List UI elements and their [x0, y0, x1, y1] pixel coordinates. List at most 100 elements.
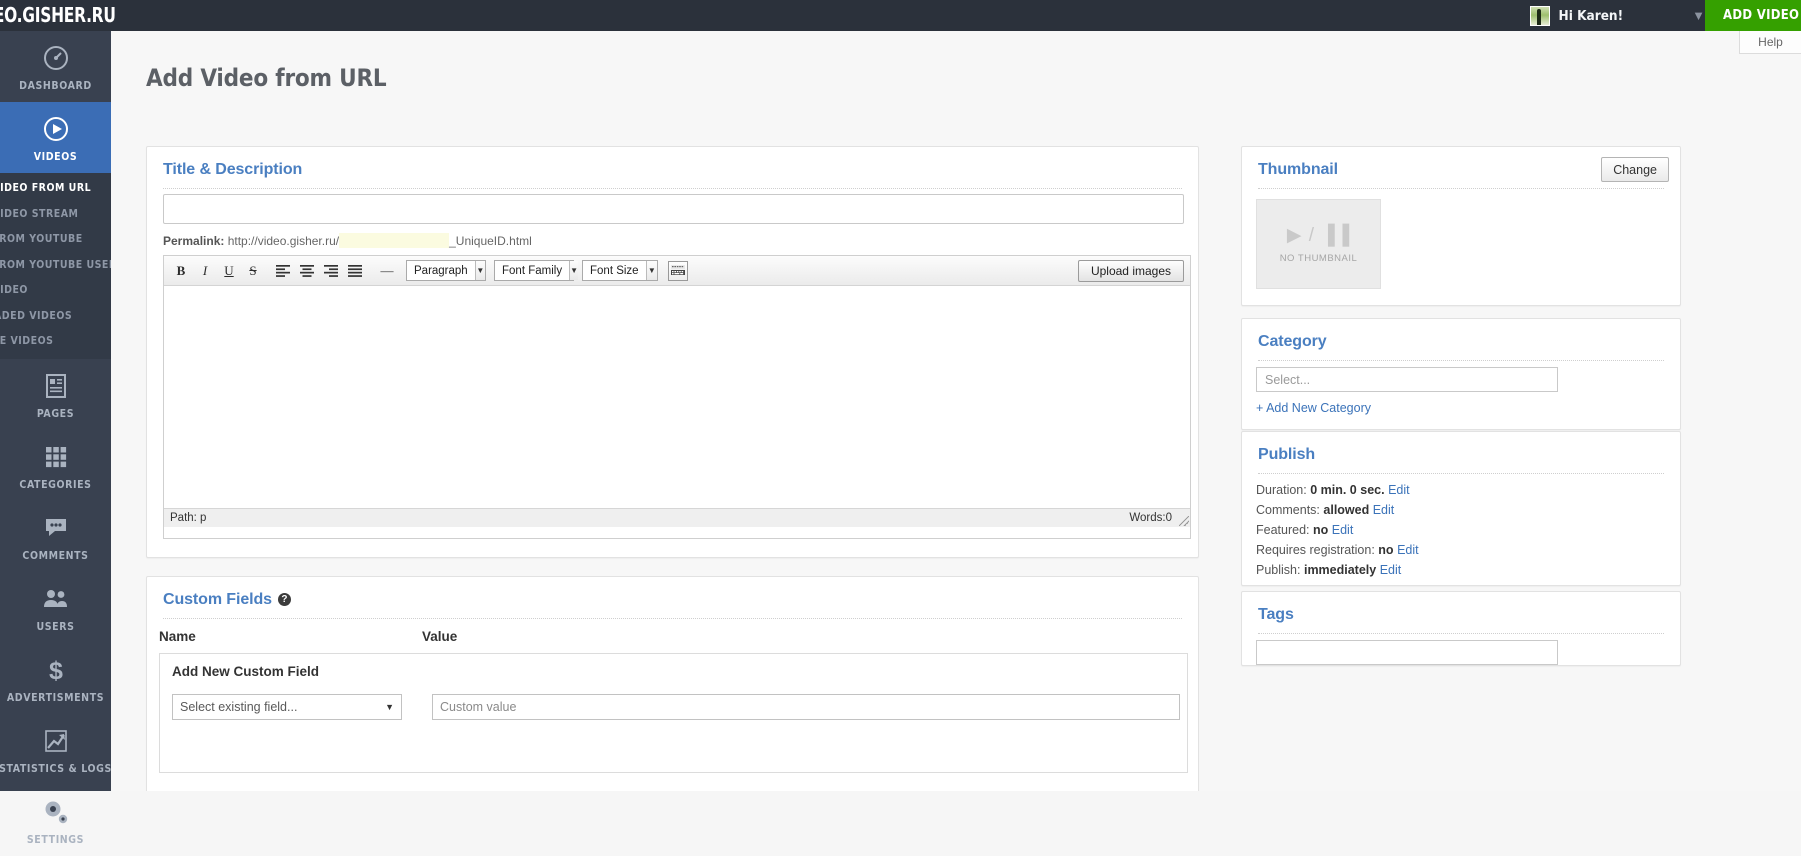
publish-row-duration: Duration: 0 min. 0 sec. Edit [1256, 483, 1410, 497]
submenu-item-add-video-stream[interactable]: ADD VIDEO STREAM [0, 202, 111, 228]
keyboard-icon[interactable] [668, 260, 688, 281]
thumbnail-placeholder[interactable]: ▶ / ▐▐ NO THUMBNAIL [1256, 199, 1381, 289]
submenu-item-add-from-youtube[interactable]: ADD FROM YOUTUBE [0, 227, 111, 253]
help-tab[interactable]: Help [1739, 31, 1801, 54]
row-label: Requires registration: [1256, 543, 1375, 557]
sidebar-item-settings[interactable]: SETTINGS [0, 785, 111, 856]
add-new-category-link[interactable]: + Add New Category [1256, 401, 1371, 415]
underline-icon[interactable]: U [218, 260, 240, 282]
edit-link[interactable]: Edit [1388, 483, 1410, 497]
panel-heading: Title & Description [163, 161, 303, 178]
submenu-item-uploaded-videos[interactable]: UPLOADED VIDEOS [0, 304, 111, 330]
resize-grip[interactable] [1179, 516, 1189, 526]
gear-icon [41, 797, 71, 827]
sidebar-item-advertisments[interactable]: $ ADVERTISMENTS [0, 643, 111, 714]
videos-submenu: ADD VIDEO FROM URL ADD VIDEO STREAM ADD … [0, 173, 111, 359]
add-new-custom-field-box: Add New Custom Field Select existing fie… [159, 653, 1188, 773]
video-title-input[interactable] [163, 194, 1184, 224]
permalink-suffix: _UniqueID.html [449, 234, 532, 248]
sidebar-item-comments[interactable]: COMMENTS [0, 501, 111, 572]
chevron-down-icon[interactable]: ▼ [1692, 8, 1705, 23]
play-pause-icon: ▶ / ▐▐ [1286, 225, 1351, 246]
category-select[interactable]: Select... [1256, 367, 1558, 392]
divider [1258, 473, 1664, 474]
custom-fields-col-value: Value [422, 629, 458, 644]
row-label: Duration: [1256, 483, 1307, 497]
italic-icon[interactable]: I [194, 260, 216, 282]
submenu-item-add-video[interactable]: ADD VIDEO [0, 278, 111, 304]
row-value: allowed [1323, 503, 1370, 517]
edit-link[interactable]: Edit [1373, 503, 1395, 517]
sidebar-item-dashboard[interactable]: DASHBOARD [0, 31, 111, 102]
align-justify-icon[interactable] [344, 260, 366, 282]
existing-field-value: Select existing field... [180, 700, 298, 714]
edit-link[interactable]: Edit [1332, 523, 1354, 537]
bold-icon[interactable]: B [170, 260, 192, 282]
sidebar-label: CATEGORIES [19, 478, 92, 491]
play-circle-icon [41, 114, 71, 144]
sidebar-item-statistics-logs[interactable]: STATISTICS & LOGS [0, 714, 111, 785]
row-label: Featured: [1256, 523, 1310, 537]
horizontal-rule-icon[interactable]: — [376, 260, 398, 282]
dollar-icon: $ [41, 655, 71, 685]
panel-heading: Tags [1258, 606, 1294, 623]
align-left-icon[interactable] [272, 260, 294, 282]
panel-heading: Custom Fields? [147, 577, 1198, 618]
sidebar-item-pages[interactable]: PAGES [0, 359, 111, 430]
panel-heading: Category [1258, 333, 1327, 350]
row-label: Publish: [1256, 563, 1301, 577]
editor-content-area[interactable] [164, 286, 1190, 508]
add-new-custom-field-title: Add New Custom Field [172, 664, 320, 679]
brand-logo[interactable]: VIDEO.GISHER.RU [0, 0, 116, 31]
chevron-down-icon: ▼ [645, 261, 657, 280]
add-video-button[interactable]: ADD VIDEO [1705, 0, 1801, 31]
editor-status-bar: Path: p Words:0 [164, 508, 1190, 527]
upload-images-button[interactable]: Upload images [1077, 260, 1184, 282]
tags-input[interactable] [1256, 640, 1558, 665]
publish-panel: Publish Duration: 0 min. 0 sec. Edit Com… [1241, 431, 1681, 586]
no-thumbnail-label: NO THUMBNAIL [1279, 253, 1358, 264]
speech-bubble-icon [41, 513, 71, 543]
sidebar-item-categories[interactable]: CATEGORIES [0, 430, 111, 501]
divider [163, 188, 1182, 189]
sidebar-label: PAGES [36, 407, 75, 420]
question-mark-icon[interactable]: ? [277, 593, 291, 606]
change-thumbnail-button[interactable]: Change [1601, 157, 1669, 182]
edit-link[interactable]: Edit [1397, 543, 1419, 557]
users-icon [41, 584, 71, 614]
permalink-slug-field[interactable] [339, 233, 450, 248]
font-family-select[interactable]: Font Family ▼ [494, 260, 578, 281]
sidebar: DASHBOARD VIDEOS ADD VIDEO FROM URL ADD … [0, 31, 111, 846]
editor-word-count: Words:0 [1129, 512, 1172, 524]
strikethrough-icon[interactable]: S [242, 260, 264, 282]
document-icon [41, 371, 71, 401]
submenu-item-add-video-from-url[interactable]: ADD VIDEO FROM URL [0, 176, 111, 202]
chevron-down-icon: ▼ [474, 261, 485, 280]
submenu-item-delete-videos[interactable]: DELETE VIDEOS [0, 329, 111, 355]
font-size-select[interactable]: Font Size ▼ [582, 260, 658, 281]
font-family-value: Font Family [502, 264, 563, 277]
row-value: no [1378, 543, 1394, 557]
publish-row-requires-registration: Requires registration: no Edit [1256, 543, 1419, 557]
align-right-icon[interactable] [320, 260, 342, 282]
sidebar-item-users[interactable]: USERS [0, 572, 111, 643]
paragraph-format-select[interactable]: Paragraph ▼ [406, 260, 486, 281]
divider [163, 618, 1182, 619]
divider [1258, 360, 1664, 361]
custom-fields-col-name: Name [159, 629, 196, 644]
sidebar-label: SETTINGS [26, 833, 85, 846]
user-menu[interactable]: Hi Karen! ▼ [1529, 0, 1705, 31]
paragraph-format-value: Paragraph [414, 264, 468, 277]
publish-row-comments: Comments: allowed Edit [1256, 503, 1394, 517]
sidebar-item-videos[interactable]: VIDEOS [0, 102, 111, 173]
sidebar-label: VIDEOS [33, 151, 78, 163]
align-center-icon[interactable] [296, 260, 318, 282]
edit-link[interactable]: Edit [1380, 563, 1402, 577]
sidebar-label: DASHBOARD [19, 80, 92, 92]
permalink-base: http://video.gisher.ru/ [227, 234, 340, 248]
sidebar-label: STATISTICS & LOGS [0, 762, 112, 775]
custom-fields-panel: Custom Fields? Name Value Add New Custom… [146, 576, 1199, 791]
custom-value-input[interactable]: Custom value [432, 694, 1180, 720]
existing-field-select[interactable]: Select existing field... ▼ [172, 694, 402, 720]
submenu-item-add-from-youtube-user[interactable]: ADD FROM YOUTUBE USER [0, 253, 111, 279]
